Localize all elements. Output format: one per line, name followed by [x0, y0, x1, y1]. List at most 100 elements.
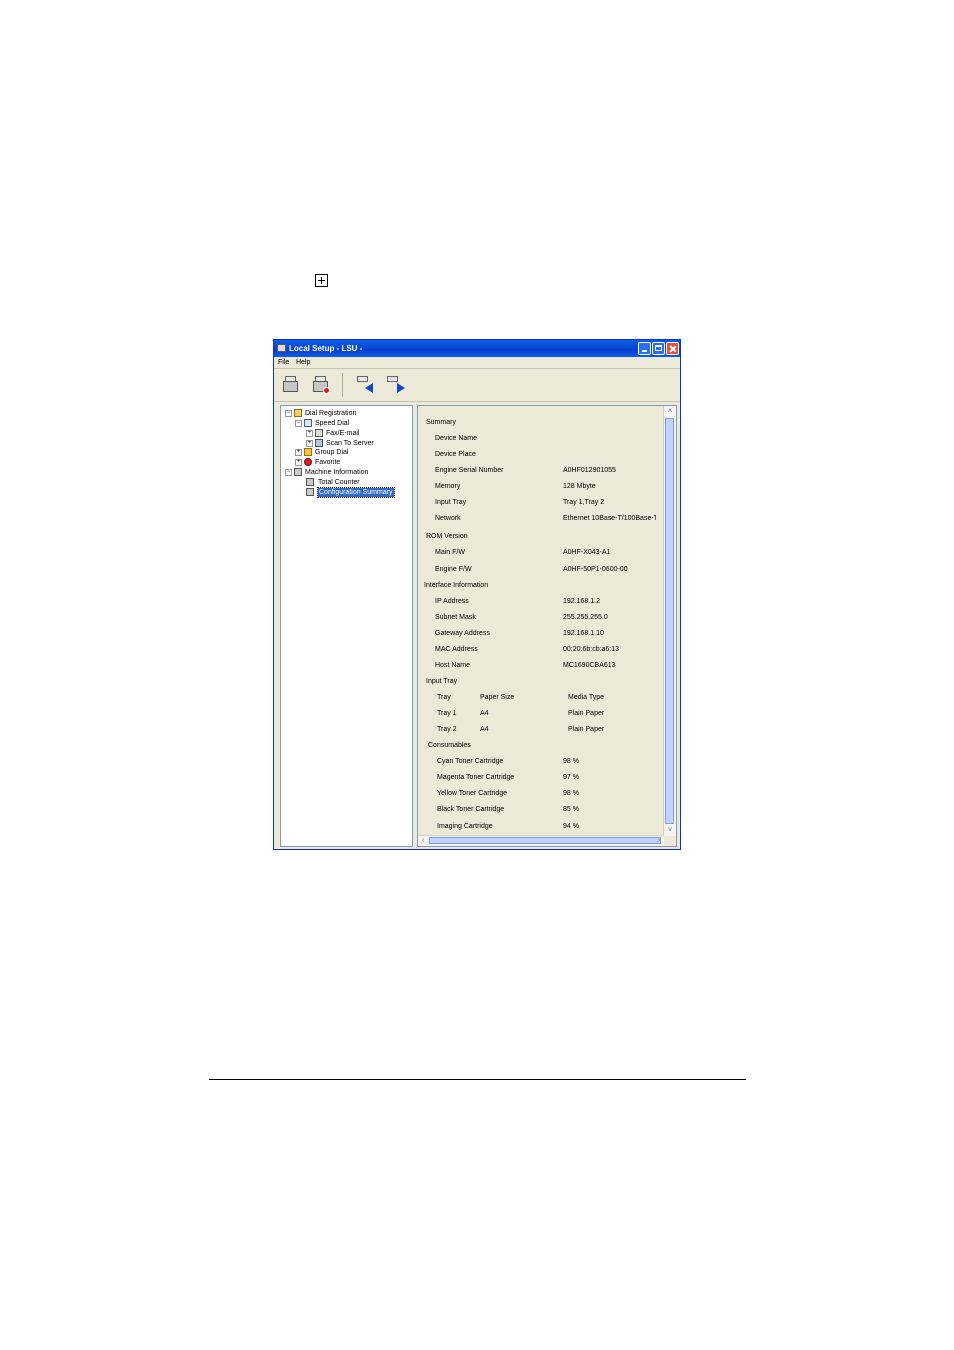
collapse-icon[interactable]: −: [285, 469, 292, 476]
menu-help[interactable]: Help: [296, 357, 310, 368]
consumable-name: Cyan Toner Cartridge: [437, 758, 504, 765]
field-label: Input Tray: [435, 499, 467, 506]
consumable-level: 98 %: [563, 758, 579, 765]
field-label: Main F/W: [435, 549, 465, 556]
app-icon: [277, 344, 286, 352]
tree-label: Group Dial: [315, 449, 349, 456]
machine-icon: [294, 468, 302, 476]
scroll-up-icon[interactable]: ˄: [664, 406, 676, 417]
consumable-name: Imaging Cartridge: [437, 823, 493, 830]
field-value: Ethernet 10Base-T/100Base-TX: [563, 515, 656, 522]
field-label: IP Address: [435, 598, 469, 605]
printer-button[interactable]: [280, 374, 302, 396]
configuration-icon: [306, 488, 314, 496]
menu-bar: File Help: [274, 357, 680, 369]
expand-plus-icon: [315, 274, 328, 287]
scroll-left-icon[interactable]: ‹: [418, 836, 428, 846]
vertical-scrollbar[interactable]: ˄ ˅: [663, 406, 676, 836]
table-cell: Plain Paper: [568, 710, 605, 717]
field-label: Host Name: [435, 662, 471, 669]
consumable-level: 94 %: [563, 823, 579, 830]
toolbar: [274, 369, 680, 402]
table-cell: A4: [480, 726, 489, 733]
table-cell: A4: [480, 710, 489, 717]
footer-divider: [209, 1079, 746, 1080]
field-value: 255.255.255.0: [563, 614, 608, 621]
tree-label: Speed Dial: [315, 420, 350, 427]
menu-file[interactable]: File: [278, 357, 289, 368]
table-cell: Tray 1: [437, 710, 457, 717]
forward-printer-icon: [387, 376, 398, 382]
local-setup-window: Local Setup - LSU - File Help − Dial Reg…: [273, 339, 681, 850]
field-value: Tray 1,Tray 2: [563, 499, 605, 506]
expand-icon[interactable]: +: [295, 449, 302, 456]
back-printer-icon: [357, 376, 368, 382]
counter-icon: [306, 478, 314, 486]
field-label: Memory: [435, 483, 461, 490]
consumable-level: 85 %: [563, 806, 579, 813]
fax-icon: [315, 429, 323, 437]
section-heading: Input Tray: [426, 678, 458, 685]
heart-icon: [304, 458, 312, 466]
title-bar[interactable]: Local Setup - LSU -: [274, 340, 680, 357]
field-value: 128 Mbyte: [563, 483, 596, 490]
tree-label: Machine Information: [305, 469, 369, 476]
printer-icon-body: [283, 381, 298, 392]
window-title: Local Setup - LSU -: [289, 344, 363, 353]
configuration-summary-panel: Summary Device Name Device Place Engine …: [417, 405, 677, 847]
table-cell: Tray 2: [437, 726, 457, 733]
field-label: MAC Address: [435, 646, 478, 653]
tree-label: Total Counter: [318, 479, 360, 486]
column-header: Tray: [437, 694, 451, 701]
field-label: Gateway Address: [435, 630, 490, 637]
expand-icon[interactable]: +: [306, 430, 313, 437]
minimize-button[interactable]: [638, 342, 651, 355]
column-header: Paper Size: [480, 694, 515, 701]
consumable-level: 98 %: [563, 790, 579, 797]
forward-button[interactable]: [385, 374, 407, 396]
table-cell: Plain Paper: [568, 726, 605, 733]
back-arrow-icon: [365, 383, 373, 393]
scroll-right-icon[interactable]: ›: [654, 836, 664, 846]
consumable-name: Yellow Toner Cartridge: [437, 790, 508, 797]
tree-label: Favorite: [315, 459, 341, 466]
column-header: Media Type: [568, 694, 605, 701]
section-heading: Consumables: [428, 742, 471, 749]
field-value: 192.168.1.2: [563, 598, 600, 605]
expand-icon[interactable]: +: [306, 440, 313, 447]
consumable-name: Magenta Toner Cartridge: [437, 774, 515, 781]
horizontal-scrollbar[interactable]: ‹ ›: [418, 835, 664, 846]
section-heading: ROM Version: [426, 533, 468, 540]
cancel-badge-icon: [323, 387, 330, 394]
printer-cancel-button[interactable]: [310, 374, 332, 396]
tree-label: Dial Registration: [305, 410, 357, 417]
back-button[interactable]: [355, 374, 377, 396]
scroll-down-icon[interactable]: ˅: [664, 825, 676, 836]
field-value: A0HF-50P1-0600-00: [563, 566, 628, 573]
section-heading: Summary: [426, 419, 456, 426]
field-value: 00:20:6b:cb:a6:13: [563, 646, 620, 653]
section-heading: Interface Information: [424, 582, 489, 589]
field-value: A0HF012901055: [563, 467, 616, 474]
forward-arrow-icon: [397, 383, 405, 393]
vertical-scroll-thumb[interactable]: [665, 418, 674, 824]
tree-label: Fax/E-mail: [326, 430, 360, 437]
field-label: Network: [435, 515, 461, 522]
expand-icon[interactable]: +: [295, 459, 302, 466]
tree-label: Configuration Summary: [317, 487, 395, 498]
field-value: MC1690CBA613: [563, 662, 616, 669]
maximize-button[interactable]: [652, 342, 665, 355]
field-label: Device Place: [435, 451, 476, 458]
server-icon: [315, 439, 323, 447]
collapse-icon[interactable]: −: [285, 410, 292, 417]
field-value: A0HF-X043-A1: [563, 549, 611, 556]
speed-dial-icon: [304, 419, 312, 427]
field-label: Device Name: [435, 435, 478, 442]
horizontal-scroll-thumb[interactable]: [429, 837, 661, 844]
field-value: 192.168.1.10: [563, 630, 604, 637]
field-label: Engine Serial Number: [435, 467, 504, 474]
close-button[interactable]: [666, 342, 679, 355]
toolbar-separator: [342, 373, 343, 397]
navigation-tree: − Dial Registration − Speed Dial + Fax/E…: [280, 405, 413, 847]
collapse-icon[interactable]: −: [295, 420, 302, 427]
